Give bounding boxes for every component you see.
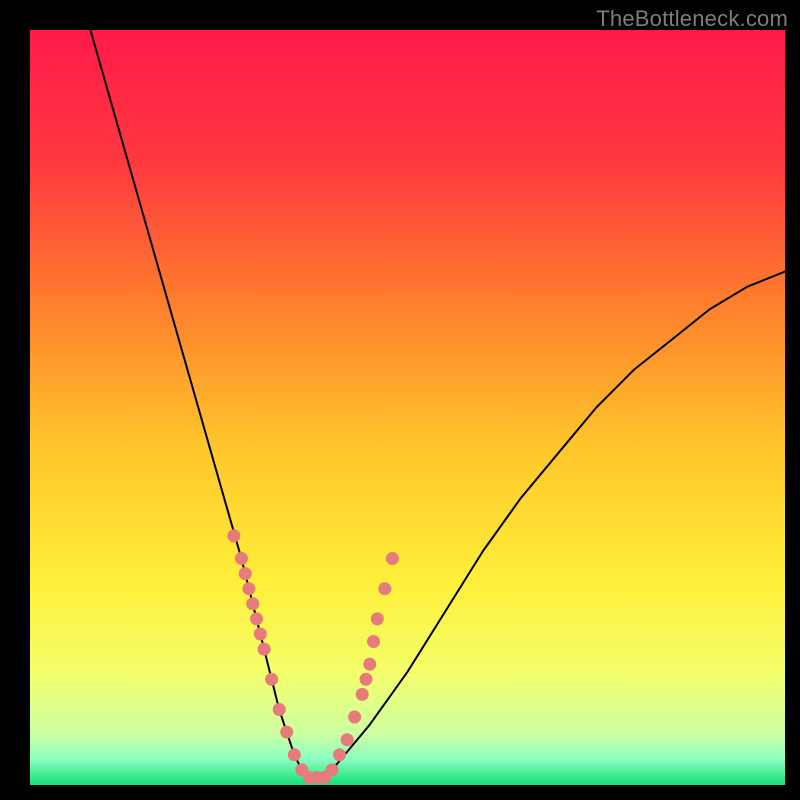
bottleneck-chart xyxy=(30,30,785,785)
marker-dot xyxy=(280,726,293,739)
marker-dot xyxy=(386,552,399,565)
marker-dot xyxy=(239,567,252,580)
marker-dot xyxy=(235,552,248,565)
marker-dot xyxy=(367,635,380,648)
marker-dot xyxy=(288,748,301,761)
marker-dot xyxy=(265,673,278,686)
marker-dot xyxy=(250,612,263,625)
marker-dot xyxy=(254,628,267,641)
chart-frame: TheBottleneck.com xyxy=(0,0,800,800)
marker-dot xyxy=(333,748,346,761)
marker-dot xyxy=(273,703,286,716)
marker-dot xyxy=(246,597,259,610)
marker-dot xyxy=(378,582,391,595)
marker-dot xyxy=(348,711,361,724)
marker-dot xyxy=(227,529,240,542)
watermark-label: TheBottleneck.com xyxy=(596,6,788,32)
marker-dot xyxy=(356,688,369,701)
marker-dot xyxy=(326,763,339,776)
marker-dot xyxy=(360,673,373,686)
marker-dot xyxy=(258,643,271,656)
plot-area xyxy=(30,30,785,785)
marker-dot xyxy=(371,612,384,625)
marker-dot xyxy=(242,582,255,595)
marker-dot xyxy=(363,658,376,671)
marker-dot xyxy=(341,733,354,746)
